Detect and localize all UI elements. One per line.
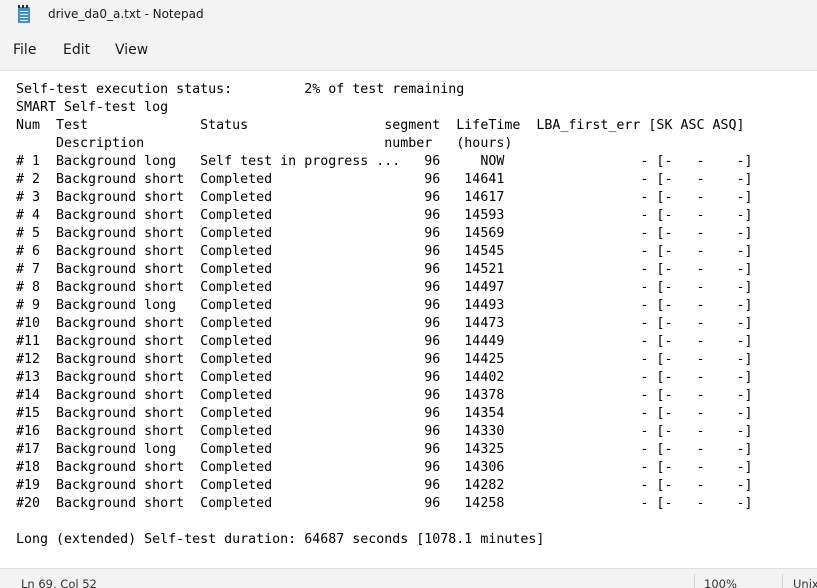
status-divider <box>782 574 783 588</box>
editor-line: # 8 Background short Completed 96 14497 … <box>16 280 753 295</box>
editor-line: # 1 Background long Self test in progres… <box>16 154 753 169</box>
editor-line: #15 Background short Completed 96 14354 … <box>16 406 753 421</box>
editor-line: Self-test execution status: 2% of test r… <box>16 82 465 97</box>
editor-line: #20 Background short Completed 96 14258 … <box>16 496 753 511</box>
editor-line: #12 Background short Completed 96 14425 … <box>16 352 753 367</box>
window-title: drive_da0_a.txt - Notepad <box>48 7 204 21</box>
editor-line: #17 Background long Completed 96 14325 -… <box>16 442 753 457</box>
editor-line: # 3 Background short Completed 96 14617 … <box>16 190 753 205</box>
editor-line: Num Test Status segment LifeTime LBA_fir… <box>16 118 745 133</box>
editor-line: SMART Self-test log <box>16 100 169 115</box>
cursor-position: Ln 69, Col 52 <box>21 577 97 588</box>
menu-view[interactable]: View <box>115 42 148 58</box>
menu-file[interactable]: File <box>13 42 36 58</box>
editor-line: #10 Background short Completed 96 14473 … <box>16 316 753 331</box>
status-bar: Ln 69, Col 52 100% Unix <box>0 568 817 588</box>
editor-line: # 4 Background short Completed 96 14593 … <box>16 208 753 223</box>
line-ending[interactable]: Unix <box>793 577 817 588</box>
editor-line: #14 Background short Completed 96 14378 … <box>16 388 753 403</box>
editor-line: #16 Background short Completed 96 14330 … <box>16 424 753 439</box>
editor-line: # 2 Background short Completed 96 14641 … <box>16 172 753 187</box>
editor-line: # 9 Background long Completed 96 14493 -… <box>16 298 753 313</box>
editor-line: # 7 Background short Completed 96 14521 … <box>16 262 753 277</box>
text-editor[interactable]: Self-test execution status: 2% of test r… <box>0 70 817 569</box>
editor-line: Description number (hours) <box>16 136 513 151</box>
notepad-window: drive_da0_a.txt - Notepad File Edit View… <box>0 0 817 588</box>
menu-bar: File Edit View <box>0 38 817 64</box>
editor-line: #18 Background short Completed 96 14306 … <box>16 460 753 475</box>
editor-line: #11 Background short Completed 96 14449 … <box>16 334 753 349</box>
editor-content[interactable]: Self-test execution status: 2% of test r… <box>16 81 753 549</box>
notepad-icon <box>18 5 30 23</box>
editor-line: # 6 Background short Completed 96 14545 … <box>16 244 753 259</box>
menu-edit[interactable]: Edit <box>63 42 90 58</box>
status-divider <box>694 574 695 588</box>
zoom-level[interactable]: 100% <box>704 577 737 588</box>
editor-line: Long (extended) Self-test duration: 6468… <box>16 532 545 547</box>
title-bar[interactable]: drive_da0_a.txt - Notepad <box>0 0 817 30</box>
editor-line: #19 Background short Completed 96 14282 … <box>16 478 753 493</box>
editor-line: # 5 Background short Completed 96 14569 … <box>16 226 753 241</box>
editor-line: #13 Background short Completed 96 14402 … <box>16 370 753 385</box>
